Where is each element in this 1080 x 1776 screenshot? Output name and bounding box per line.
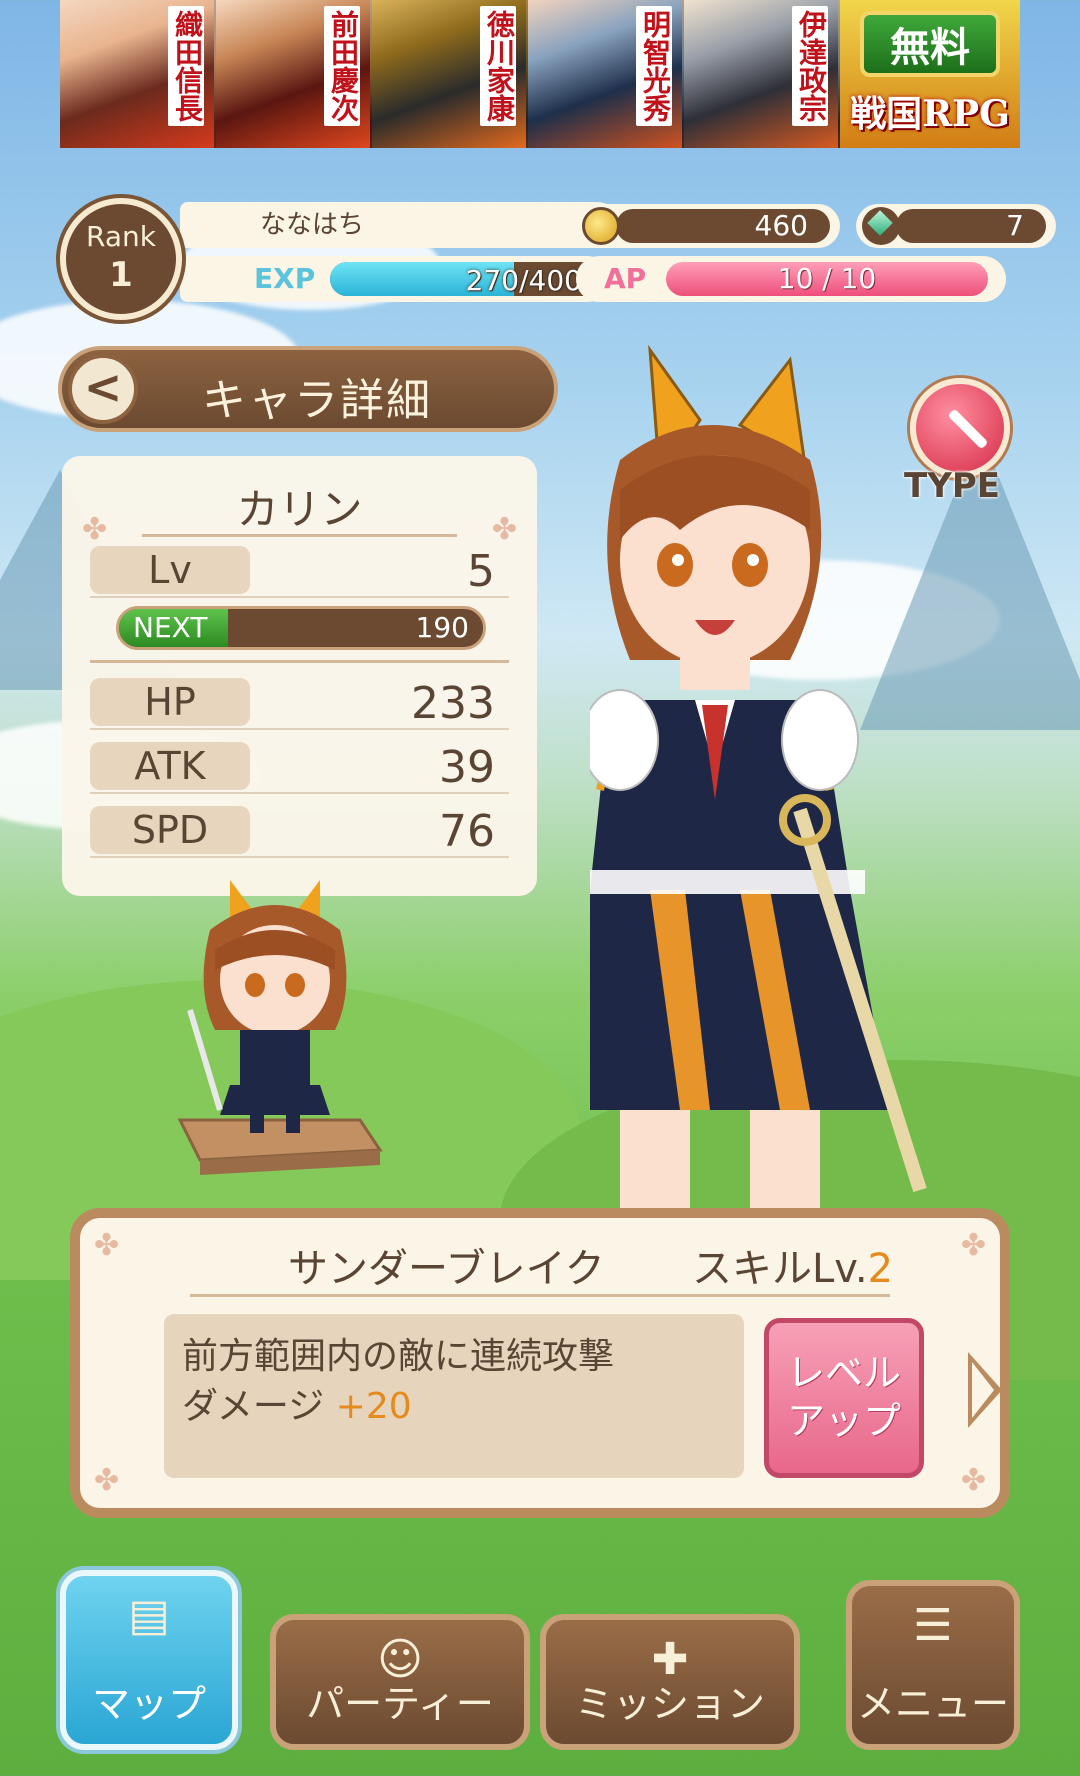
- rank-label: Rank: [86, 220, 156, 253]
- stat-label: HP: [90, 678, 250, 726]
- stat-row-spd: SPD 76: [90, 802, 509, 858]
- player-status-panel: ななはち EXP 270/400 Rank 1 460 7 AP 10 / 10: [60, 190, 1056, 320]
- ap-label: AP: [604, 262, 647, 295]
- level-up-button[interactable]: レベル アップ: [764, 1318, 924, 1478]
- ad-character-name: 伊達政宗: [792, 6, 828, 126]
- nav-label: ミッション: [574, 1682, 765, 1726]
- map-icon: ▤: [128, 1590, 170, 1641]
- skill-description-line: ダメージ +20: [182, 1382, 726, 1432]
- player-name: ななはち: [180, 202, 620, 248]
- coin-value: 460: [616, 209, 830, 243]
- stat-value: 76: [439, 806, 495, 857]
- ad-character-name: 織田信長: [168, 6, 204, 126]
- ad-banner[interactable]: 織田信長 前田慶次 徳川家康 明智光秀 伊達政宗 無料 戦国RPG: [60, 0, 1020, 148]
- ad-character: 伊達政宗: [684, 0, 840, 148]
- gem-counter: 7: [856, 204, 1056, 248]
- skill-level: スキルLv.2: [692, 1236, 893, 1294]
- page-header: < キャラ詳細: [58, 346, 558, 432]
- stat-value: 233: [411, 678, 495, 729]
- skill-damage-label: ダメージ: [182, 1386, 325, 1427]
- ap-value: 10 / 10: [777, 262, 877, 295]
- nav-mission-button[interactable]: ✚ ミッション: [540, 1614, 800, 1750]
- page-title: キャラ詳細: [202, 375, 432, 426]
- type-label: TYPE: [904, 466, 1000, 506]
- bottom-nav: ▤ マップ ☺ パーティー ✚ ミッション ☰ メニュー: [60, 1570, 1020, 1760]
- ad-character-name: 徳川家康: [480, 6, 516, 126]
- skill-name: サンダーブレイク: [288, 1246, 605, 1292]
- stat-label: Lv: [90, 546, 250, 594]
- skill-level-value: 2: [867, 1246, 894, 1292]
- rank-badge: Rank 1: [60, 198, 182, 320]
- stat-label: ATK: [90, 742, 250, 790]
- ornament-icon: ✤: [94, 1463, 120, 1498]
- type-badge[interactable]: TYPE: [904, 378, 1020, 508]
- exp-label: EXP: [254, 262, 316, 295]
- ad-character: 前田慶次: [216, 0, 372, 148]
- skill-description: 前方範囲内の敵に連続攻撃 ダメージ +20: [164, 1314, 744, 1478]
- ad-character-name: 明智光秀: [636, 6, 672, 126]
- nav-label: マップ: [91, 1682, 206, 1726]
- stat-value: 39: [439, 742, 495, 793]
- ad-cta[interactable]: 無料 戦国RPG: [840, 0, 1020, 148]
- ad-free-badge: 無料: [860, 11, 1000, 77]
- coin-icon: [582, 207, 620, 245]
- sword-icon: [910, 378, 1010, 478]
- ornament-icon: ✤: [94, 1228, 120, 1263]
- stat-row-atk: ATK 39: [90, 738, 509, 794]
- ad-character: 明智光秀: [528, 0, 684, 148]
- exp-bar: EXP 270/400: [180, 256, 610, 302]
- skill-panel: ✤ ✤ ✤ ✤ サンダーブレイク スキルLv.2 前方範囲内の敵に連続攻撃 ダメ…: [70, 1208, 1010, 1518]
- level-up-label: アップ: [786, 1399, 901, 1443]
- character-chibi-sprite: [177, 880, 383, 1175]
- character-name: カリン: [236, 485, 363, 534]
- back-button[interactable]: <: [68, 354, 138, 424]
- ap-bar: AP 10 / 10: [576, 256, 1006, 302]
- skill-level-prefix: スキルLv.: [692, 1246, 868, 1292]
- next-label: NEXT: [133, 611, 208, 644]
- next-skill-arrow-icon[interactable]: [968, 1352, 1002, 1428]
- nav-map-button[interactable]: ▤ マップ: [60, 1570, 238, 1750]
- stat-row-hp: HP 233: [90, 674, 509, 730]
- nav-menu-button[interactable]: ☰ メニュー: [846, 1580, 1020, 1750]
- coin-counter: 460: [576, 204, 840, 248]
- ad-character: 織田信長: [60, 0, 216, 148]
- next-exp-bar: NEXT 190: [116, 606, 486, 650]
- ornament-icon: ✤: [960, 1228, 986, 1263]
- ad-character: 徳川家康: [372, 0, 528, 148]
- ornament-icon: ✤: [960, 1463, 986, 1498]
- back-arrow-icon: <: [83, 360, 123, 414]
- stat-value: 5: [467, 546, 495, 597]
- nav-label: パーティー: [306, 1682, 494, 1726]
- level-up-label: レベル: [786, 1351, 901, 1395]
- gem-value: 7: [896, 209, 1046, 243]
- character-stats-card: カリン ✤ ✤ Lv 5 NEXT 190 HP 233 ATK 39 SPD …: [62, 456, 537, 896]
- ad-character-name: 前田慶次: [324, 6, 360, 126]
- exp-value: 270/400: [465, 264, 582, 297]
- gem-icon: [862, 207, 900, 245]
- nav-label: メニュー: [856, 1682, 1009, 1726]
- skill-damage-bonus: +20: [335, 1386, 412, 1427]
- menu-list-icon: ☰: [913, 1600, 953, 1651]
- ad-rpg-label: 戦国RPG: [850, 93, 1010, 135]
- divider: [142, 534, 457, 537]
- rank-value: 1: [109, 255, 133, 295]
- nav-party-button[interactable]: ☺ パーティー: [270, 1614, 530, 1750]
- divider: [190, 1294, 890, 1297]
- skill-description-line: 前方範囲内の敵に連続攻撃: [182, 1336, 615, 1377]
- stat-label: SPD: [90, 806, 250, 854]
- stat-row-level: Lv 5: [90, 542, 509, 598]
- next-value: 190: [415, 611, 469, 644]
- divider: [90, 660, 509, 663]
